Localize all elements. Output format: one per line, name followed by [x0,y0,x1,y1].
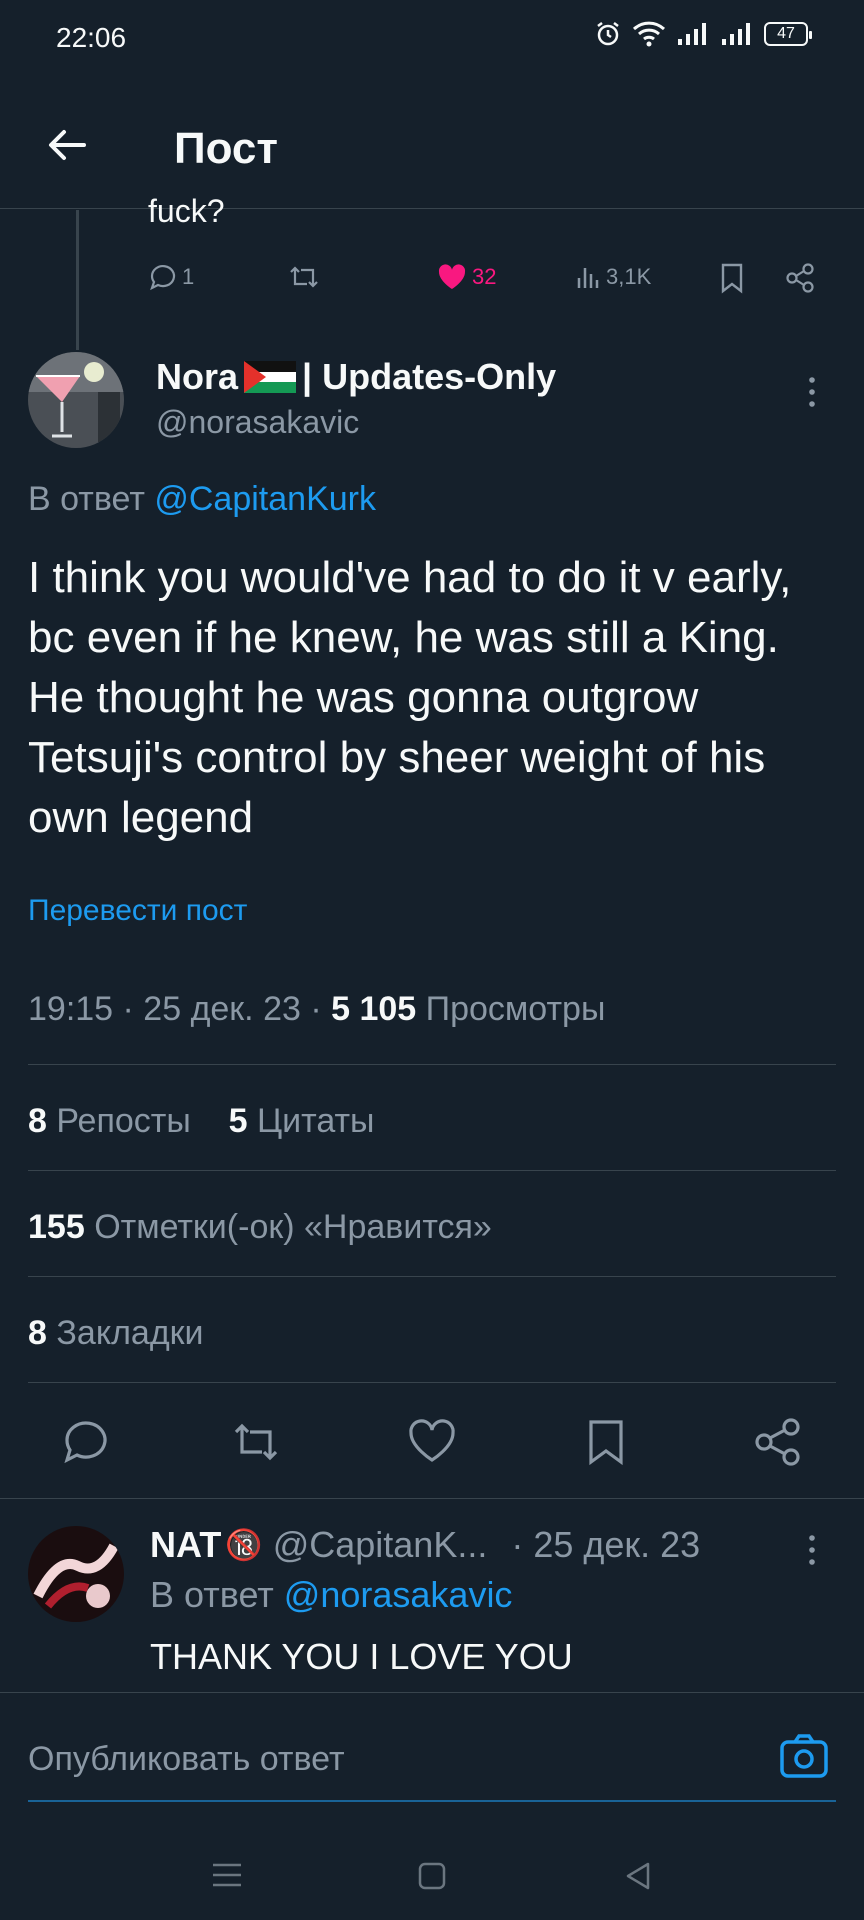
adult-badge-icon: 🔞 [225,1528,263,1562]
reply-to-prefix: В ответ [150,1574,274,1615]
divider [28,1276,836,1277]
repost-button[interactable] [230,1416,282,1468]
tweet-meta: 19:15 · 25 дек. 23 · 5 105 Просмотры [28,990,605,1029]
previous-tweet-actions: 1 32 3,1K [148,262,824,306]
share-button[interactable] [752,1416,804,1468]
system-nav-bar [0,1830,864,1920]
cocktail-avatar-image [28,352,124,448]
compose-divider [0,1692,864,1693]
wifi-icon [632,21,666,47]
reply-button[interactable] [60,1416,112,1468]
reply-to-handle-link[interactable]: @norasakavic [284,1574,513,1615]
reply-author-avatar[interactable] [28,1526,124,1622]
repost-icon [234,1423,278,1461]
prev-like-button[interactable]: 32 [436,262,496,292]
share-icon [755,1418,800,1466]
battery-indicator: 47 [764,22,812,46]
author-name[interactable]: Nora | Updates-Only [156,356,556,398]
prev-repost-button[interactable] [288,262,320,292]
reply-header: NAT 🔞 @CapitanK... · 25 дек. 23 [150,1524,700,1566]
reply-to-line: В ответ @CapitanKurk [28,480,376,519]
reply-more-options-button[interactable] [800,1530,824,1570]
views-count: 5 105 [331,990,417,1028]
signal-icon-2 [722,23,750,45]
tweet-timestamp[interactable]: 19:15 · 25 дек. 23 · [28,990,322,1028]
reposts-stat[interactable]: 8 Репосты [28,1102,191,1140]
camera-button[interactable] [778,1730,830,1782]
prev-reply-count: 1 [182,264,195,289]
likes-label: Отметки(-ок) «Нравится» [94,1208,492,1246]
camera-icon [780,1734,828,1778]
reply-compose-input[interactable]: Опубликовать ответ [28,1740,345,1779]
reply-date: · 25 дек. 23 [511,1524,701,1565]
bookmark-button[interactable] [580,1416,632,1468]
reposts-quotes-row: 8 Репосты 5 Цитаты [28,1102,375,1141]
reply-icon [64,1421,107,1464]
more-options-button[interactable] [800,372,824,412]
more-vertical-icon [809,377,815,407]
repost-icon [290,266,318,288]
tweet-text: I think you would've had to do it v earl… [28,553,792,842]
section-divider [0,1498,864,1499]
heart-icon [409,1419,455,1462]
reply-avatar-image [28,1526,124,1622]
more-vertical-icon [809,1535,815,1565]
likes-count: 155 [28,1208,85,1246]
alarm-icon [597,22,619,46]
signal-icon [678,23,706,45]
divider [28,1170,836,1171]
reply-to-line: В ответ @norasakavic [150,1574,512,1616]
quotes-count: 5 [228,1102,248,1140]
bookmarks-label: Закладки [56,1314,204,1352]
prev-bookmark-button[interactable] [718,262,746,294]
translate-post-link[interactable]: Перевести пост [28,894,247,928]
prev-views-button[interactable]: 3,1K [576,262,651,292]
quotes-label: Цитаты [256,1102,375,1140]
header-divider [0,208,864,209]
author-name-suffix: | Updates-Only [302,356,557,397]
divider [28,1382,836,1383]
back-triangle-icon[interactable] [622,1860,654,1892]
likes-stat[interactable]: 155 Отметки(-ок) «Нравится» [28,1208,492,1247]
heart-filled-icon [438,264,466,289]
reposts-label: Репосты [56,1102,191,1140]
page-title: Пост [174,124,278,173]
reply-to-prefix: В ответ [28,480,145,518]
reply-icon [150,265,176,291]
like-button[interactable] [406,1416,458,1468]
author-name-text: Nora [156,356,239,397]
thread-line [76,210,79,350]
reposts-count: 8 [28,1102,47,1140]
home-square-icon[interactable] [416,1860,448,1892]
menu-icon[interactable] [210,1860,244,1890]
tweet-action-bar [0,1400,864,1480]
palestine-flag-icon [244,361,297,393]
previous-tweet-snippet: fuck? [148,195,225,225]
divider [28,1064,836,1065]
views-icon [577,268,599,288]
views-label: Просмотры [425,990,606,1028]
compose-underline [28,1800,836,1802]
bookmarks-stat[interactable]: 8 Закладки [28,1314,204,1353]
bookmark-icon [589,1420,623,1466]
author-handle[interactable]: @norasakavic [156,404,359,441]
back-button[interactable] [40,118,94,172]
reply-author-handle[interactable]: @CapitanK... [273,1524,488,1566]
status-time: 22:06 [56,22,127,53]
author-avatar[interactable] [28,352,124,448]
prev-reply-button[interactable]: 1 [148,262,194,292]
bookmark-icon [721,263,743,294]
arrow-left-icon [49,130,86,160]
bookmarks-count: 8 [28,1314,47,1352]
prev-like-count: 32 [472,264,497,289]
quotes-stat[interactable]: 5 Цитаты [229,1102,375,1140]
prev-share-button[interactable] [784,262,816,294]
status-icons: 47 [594,20,812,48]
reply-author-name[interactable]: NAT [150,1524,221,1566]
reply-to-handle-link[interactable]: @CapitanKurk [154,480,376,518]
share-icon [786,263,814,293]
reply-text: THANK YOU I LOVE YOU [150,1636,573,1677]
prev-views-count: 3,1K [606,264,652,289]
